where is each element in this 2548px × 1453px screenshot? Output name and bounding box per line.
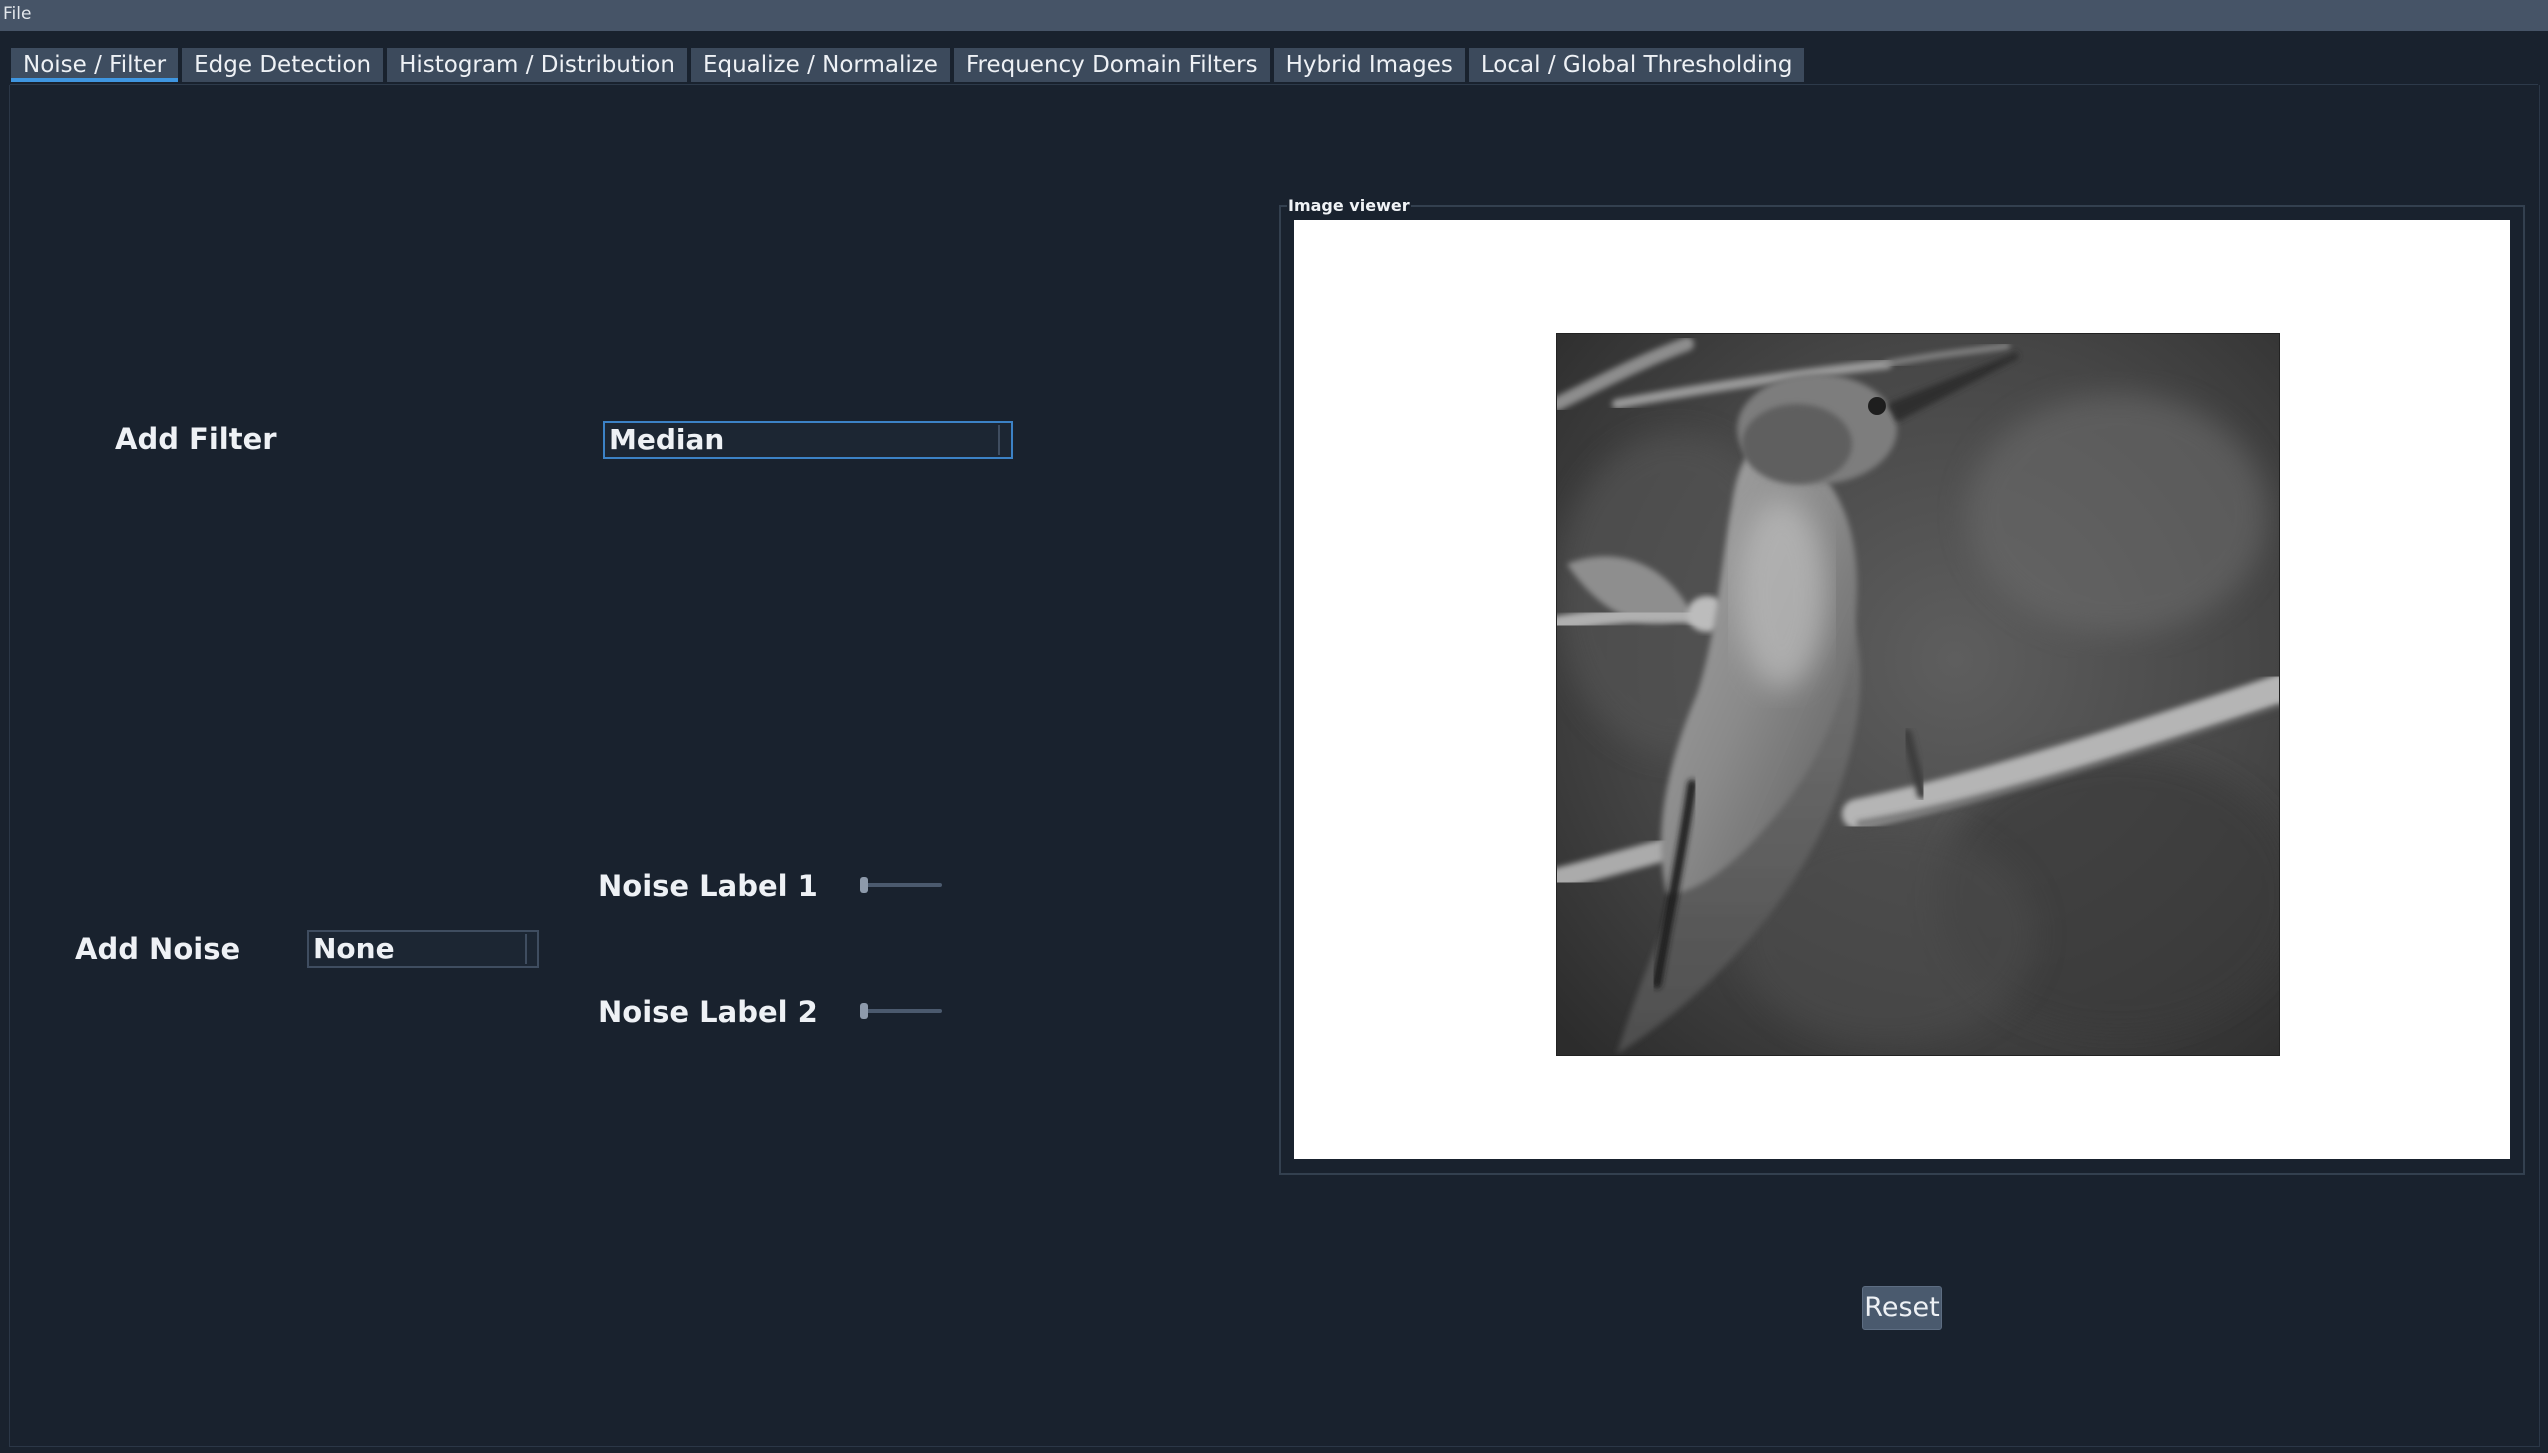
- noise-label-2: Noise Label 2: [598, 995, 818, 1029]
- hummingbird-image: [1557, 334, 2279, 1055]
- noise-slider-2[interactable]: [860, 1001, 942, 1021]
- add-noise-label: Add Noise: [75, 932, 241, 966]
- tab-noise-filter[interactable]: Noise / Filter: [11, 48, 179, 82]
- menu-file[interactable]: File: [3, 4, 31, 24]
- viewer-image: [1556, 333, 2280, 1056]
- slider-track: [860, 1009, 942, 1013]
- noise-select-dropdown-separator: [525, 934, 527, 964]
- tab-local-global-thresholding[interactable]: Local / Global Thresholding: [1468, 48, 1805, 82]
- tab-histogram-distribution[interactable]: Histogram / Distribution: [387, 48, 687, 82]
- tab-bar: Noise / Filter Edge Detection Histogram …: [11, 48, 1805, 84]
- menu-bar: File: [0, 0, 2548, 31]
- slider-track: [860, 883, 942, 887]
- tab-equalize-normalize[interactable]: Equalize / Normalize: [690, 48, 950, 82]
- tab-edge-detection[interactable]: Edge Detection: [182, 48, 384, 82]
- add-filter-label: Add Filter: [115, 422, 277, 456]
- noise-select[interactable]: None: [307, 930, 539, 968]
- filter-select[interactable]: Median: [603, 421, 1013, 459]
- image-viewer-title: Image viewer: [1287, 196, 1411, 215]
- tab-hybrid-images[interactable]: Hybrid Images: [1273, 48, 1465, 82]
- tab-frequency-domain-filters[interactable]: Frequency Domain Filters: [953, 48, 1270, 82]
- noise-slider-1[interactable]: [860, 875, 942, 895]
- noise-select-value: None: [313, 932, 395, 965]
- slider-handle[interactable]: [860, 1003, 868, 1019]
- filter-select-dropdown-separator: [998, 425, 1000, 455]
- reset-button[interactable]: Reset: [1862, 1286, 1942, 1330]
- slider-handle[interactable]: [860, 877, 868, 893]
- filter-select-value: Median: [609, 423, 725, 456]
- noise-label-1: Noise Label 1: [598, 869, 818, 903]
